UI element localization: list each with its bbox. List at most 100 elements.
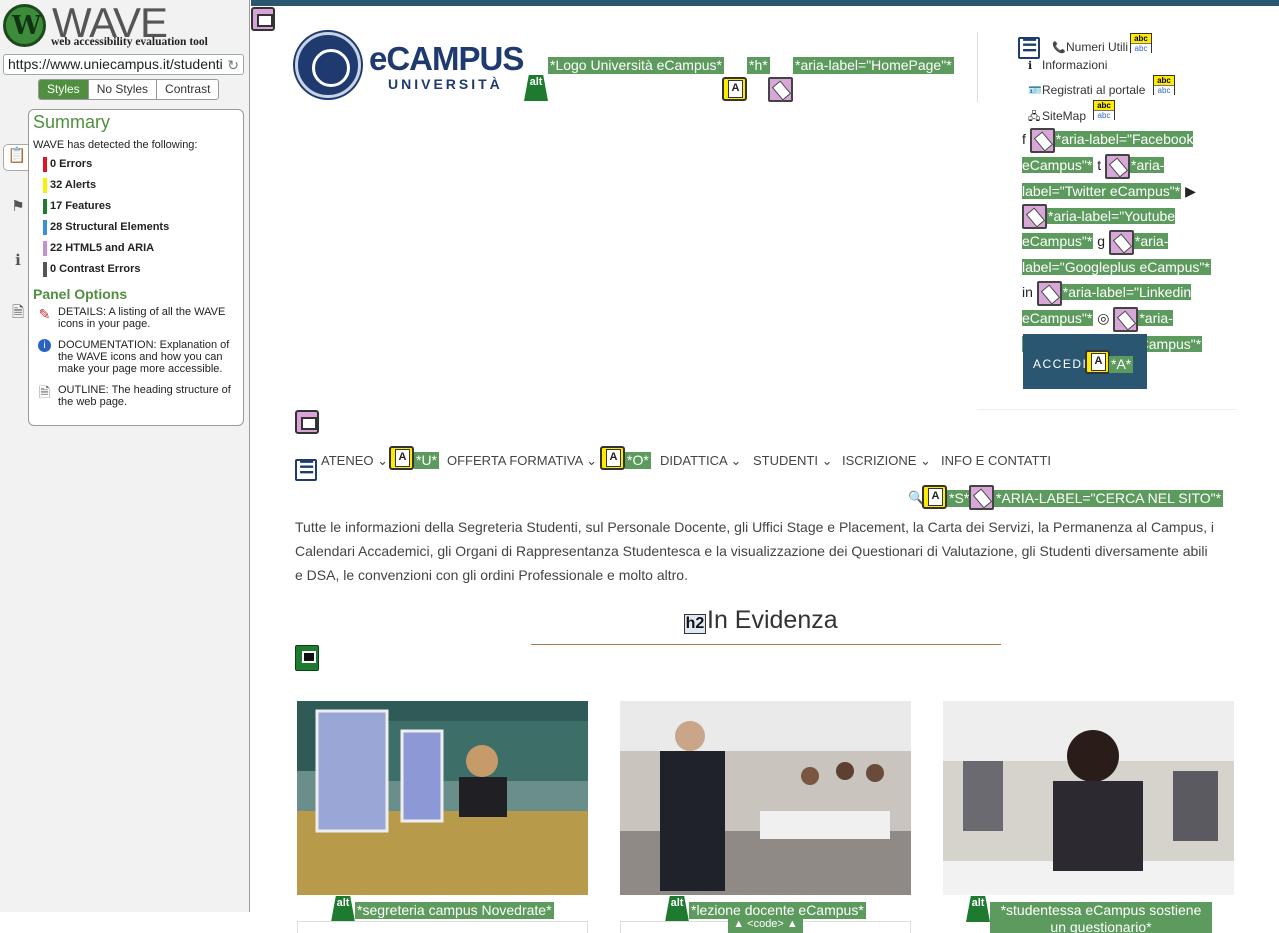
header-bottom-rule xyxy=(977,409,1237,410)
wave-list-icon[interactable] xyxy=(1018,36,1040,59)
tab-styles[interactable]: Styles xyxy=(39,80,89,99)
option-details[interactable]: ✎ DETAILS: A listing of all the WAVE ico… xyxy=(33,306,239,330)
card-image-segreteria[interactable] xyxy=(297,701,588,895)
intro-paragraph: Tutte le informazioni della Segreteria S… xyxy=(295,519,1215,583)
option-outline[interactable]: 🗎 OUTLINE: The heading structure of the … xyxy=(33,384,239,408)
url-text: https://www.uniecampus.it/studenti xyxy=(8,56,223,72)
wave-browser-window: W WAVE web accessibility evaluation tool… xyxy=(0,0,1279,933)
wave-abc-icon[interactable]: abc abc xyxy=(1093,100,1115,120)
wave-alt-icon[interactable]: alt xyxy=(331,896,355,922)
logo-seal-icon xyxy=(295,32,361,98)
card-alt-segreteria: *segreteria campus Novedrate* xyxy=(355,902,554,919)
summary-row-label: 0 Errors xyxy=(50,158,93,170)
wave-structure-icon[interactable] xyxy=(295,410,319,434)
wave-list-icon[interactable] xyxy=(295,458,317,481)
section-title-underline xyxy=(531,644,1001,645)
wave-alt-icon[interactable]: alt xyxy=(524,75,548,101)
logo-aria-label: *aria-label="HomePage"* xyxy=(793,57,954,74)
summary-color-swatch xyxy=(43,157,47,172)
summary-panel: Summary WAVE has detected the following:… xyxy=(28,109,244,426)
wave-aria-tag-icon[interactable] xyxy=(1036,280,1062,306)
wave-sidebar: W WAVE web accessibility evaluation tool… xyxy=(0,0,250,912)
panel-options-title: Panel Options xyxy=(33,286,128,302)
summary-row-label: 32 Alerts xyxy=(50,179,97,191)
wave-aria-tag-icon[interactable] xyxy=(1022,204,1047,230)
facebook-icon[interactable]: f xyxy=(1022,131,1030,147)
card-image-studentessa[interactable] xyxy=(943,701,1234,895)
summary-row-label: 17 Features xyxy=(50,200,112,212)
summary-color-swatch xyxy=(43,262,47,277)
summary-row-label: 0 Contrast Errors xyxy=(50,263,141,275)
wave-aria-tag-icon[interactable] xyxy=(1113,306,1139,332)
site-logo[interactable]: eCAMPUS UNIVERSITÀ xyxy=(295,32,527,102)
details-flag-icon[interactable]: ⚑ xyxy=(7,196,29,218)
youtube-icon[interactable]: ▶ xyxy=(1185,183,1196,199)
evaluated-page: eCAMPUS UNIVERSITÀ alt *Logo Università … xyxy=(251,0,1279,933)
summary-row: 0 Contrast Errors xyxy=(33,260,239,281)
util-link-numeri-utili[interactable]: 📞Numeri Utili xyxy=(1052,40,1128,54)
wave-logo: W WAVE web accessibility evaluation tool xyxy=(3,0,247,51)
summary-list: 0 Errors 32 Alerts 17 Features 28 Structura… xyxy=(33,155,239,281)
wave-accesskey-icon[interactable] xyxy=(600,446,625,470)
instagram-icon[interactable]: ◎ xyxy=(1097,310,1113,326)
nav-offerta-formativa[interactable]: OFFERTA FORMATIVA ⌄ xyxy=(447,453,597,469)
url-input[interactable]: https://www.uniecampus.it/studenti ↻ xyxy=(3,54,244,75)
googleplus-icon[interactable]: g xyxy=(1097,233,1109,249)
summary-row-label: 22 HTML5 and ARIA xyxy=(50,242,155,254)
twitter-icon[interactable]: t xyxy=(1097,157,1105,173)
option-documentation[interactable]: i DOCUMENTATION: Explanation of the WAVE… xyxy=(33,339,239,375)
view-tabs: Styles No Styles Contrast xyxy=(38,79,220,100)
nav-studenti[interactable]: STUDENTI ⌄ xyxy=(753,453,833,469)
nav-didattica[interactable]: DIDATTICA ⌄ xyxy=(660,453,741,469)
summary-row: 28 Structural Elements xyxy=(33,218,239,239)
wave-h2-icon[interactable]: h2 xyxy=(684,614,706,634)
summary-row: 22 HTML5 and ARIA xyxy=(33,239,239,260)
wave-accesskey-icon[interactable] xyxy=(1085,350,1110,374)
nav-ateneo[interactable]: ATENEO ⌄ xyxy=(321,453,388,469)
details-icon: ✎ xyxy=(38,306,51,322)
summary-row: 32 Alerts xyxy=(33,176,239,197)
util-link-registrati[interactable]: 🪪Registrati al portale xyxy=(1028,83,1145,97)
summary-color-swatch xyxy=(43,220,47,235)
wave-alt-icon[interactable]: alt xyxy=(966,896,990,922)
logo-h-label: *h* xyxy=(747,57,770,74)
wave-accesskey-icon[interactable] xyxy=(389,446,414,470)
wave-abc-icon[interactable]: abc abc xyxy=(1130,33,1152,53)
wave-aria-tag-icon[interactable] xyxy=(1105,153,1131,179)
util-link-informazioni[interactable]: ℹ Informazioni xyxy=(1028,58,1107,72)
util-link-sitemap[interactable]: 🖧 SiteMap xyxy=(1028,108,1086,127)
summary-clipboard-icon[interactable]: 📋 xyxy=(3,144,30,171)
code-toggle-button[interactable]: ▲ <code> ▲ xyxy=(728,915,803,933)
nav-accesskey-o: *O* xyxy=(625,452,651,469)
wave-accesskey-icon[interactable] xyxy=(722,77,747,101)
summary-color-swatch xyxy=(43,241,47,256)
tab-contrast[interactable]: Contrast xyxy=(157,80,219,99)
accedi-accesskey-label: *A* xyxy=(1109,356,1134,373)
wave-abc-icon[interactable]: abc abc xyxy=(1153,75,1175,95)
tab-no-styles[interactable]: No Styles xyxy=(88,80,158,99)
card-image-lezione[interactable] xyxy=(620,701,911,895)
documentation-info-icon[interactable]: ℹ xyxy=(7,250,29,272)
wave-aria-tag-icon[interactable] xyxy=(1029,127,1055,153)
logo-alt-label: *Logo Università eCampus* xyxy=(548,57,724,74)
nav-accesskey-u: *U* xyxy=(414,452,440,469)
section-title: In Evidenza xyxy=(707,606,838,634)
nav-iscrizione[interactable]: ISCRIZIONE ⌄ xyxy=(842,453,931,469)
wave-accesskey-icon[interactable] xyxy=(922,485,947,509)
phone-icon: 📞 xyxy=(1052,42,1066,54)
linkedin-icon[interactable]: in xyxy=(1022,284,1037,300)
info-icon: ℹ xyxy=(1028,60,1033,72)
wave-aria-tag-icon[interactable] xyxy=(768,77,793,102)
refresh-icon[interactable]: ↻ xyxy=(227,57,239,74)
wave-alt-icon[interactable]: alt xyxy=(665,896,689,922)
wave-structure-icon[interactable] xyxy=(251,7,275,31)
outline-document-icon[interactable]: 🗎 xyxy=(7,302,29,324)
wave-aria-tag-icon[interactable] xyxy=(969,485,994,510)
site-top-bar xyxy=(251,0,1279,6)
wave-aria-tag-icon[interactable] xyxy=(1108,230,1134,256)
card-footer xyxy=(297,921,588,933)
wave-logo-icon: W xyxy=(3,4,46,47)
option-documentation-text: DOCUMENTATION: Explanation of the WAVE i… xyxy=(58,339,230,375)
nav-info-contatti[interactable]: INFO E CONTATTI xyxy=(941,453,1051,468)
wave-quote-icon[interactable]: “” xyxy=(295,645,319,671)
